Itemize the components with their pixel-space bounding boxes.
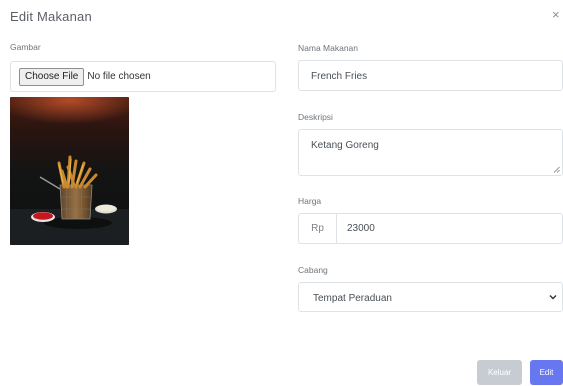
branch-select[interactable]: Tempat Peraduan	[298, 282, 563, 312]
description-textarea[interactable]: Ketang Goreng	[298, 129, 563, 176]
description-value: Ketang Goreng	[311, 140, 379, 151]
french-fries-photo	[10, 97, 129, 245]
food-name-label: Nama Makanan	[298, 43, 359, 53]
image-label: Gambar	[10, 42, 41, 52]
chevron-down-icon	[549, 295, 557, 300]
edit-submit-button[interactable]: Edit	[530, 360, 563, 385]
file-status-text: No file chosen	[87, 71, 151, 82]
branch-label: Cabang	[298, 265, 328, 275]
close-button[interactable]: Keluar	[477, 360, 522, 385]
description-label: Deskripsi	[298, 112, 333, 122]
food-name-input[interactable]: French Fries	[298, 60, 563, 91]
price-input-group[interactable]: Rp 23000	[298, 213, 563, 244]
food-name-value: French Fries	[311, 71, 368, 82]
close-icon[interactable]: ×	[552, 8, 560, 22]
branch-selected-value: Tempat Peraduan	[313, 293, 392, 304]
modal-title: Edit Makanan	[10, 9, 92, 24]
image-file-input[interactable]: Choose File No file chosen	[10, 61, 276, 92]
choose-file-button[interactable]: Choose File	[19, 67, 85, 86]
resize-grip-icon[interactable]	[553, 166, 560, 173]
price-value[interactable]: 23000	[337, 214, 375, 243]
food-image-preview	[10, 97, 129, 245]
currency-prefix: Rp	[299, 214, 337, 243]
price-label: Harga	[298, 196, 322, 206]
